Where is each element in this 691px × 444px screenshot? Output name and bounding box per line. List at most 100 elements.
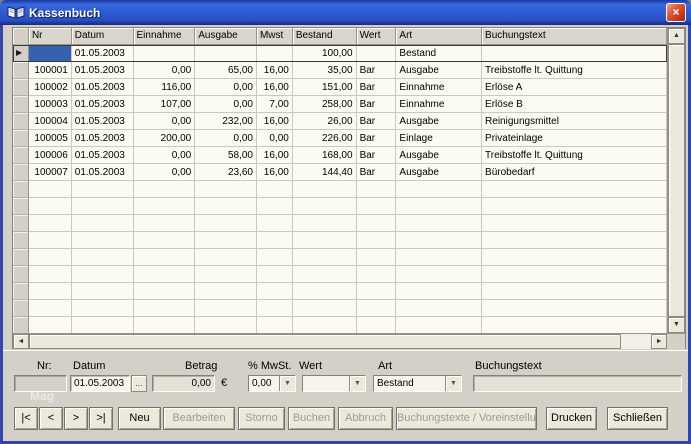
cell-bestand[interactable]: 100,00 [292,45,357,62]
cell-wert[interactable] [356,300,397,317]
cell-wert[interactable] [356,283,397,300]
neu-button[interactable]: Neu [118,407,161,430]
cell-nr[interactable]: 100002 [28,79,72,96]
column-header-buchungstext[interactable]: Buchungstext [482,28,668,45]
cell-buchungstext[interactable]: Erlöse B [482,96,668,113]
cell-einnahme[interactable] [133,283,196,300]
cell-wert[interactable] [356,249,397,266]
bearbeiten-button[interactable]: Bearbeiten [163,407,235,430]
row-selector[interactable] [13,232,29,249]
column-header-ausgabe[interactable]: Ausgabe [195,28,257,45]
cell-bestand[interactable] [292,283,357,300]
cell-wert[interactable]: Bar [356,79,397,96]
cell-ausgabe[interactable] [195,249,257,266]
cell-bestand[interactable]: 258,00 [292,96,357,113]
art-combo[interactable]: Bestand ▼ [373,375,462,392]
horizontal-scroll-track[interactable] [621,334,651,349]
cell-mwst[interactable]: 16,00 [256,164,293,181]
cell-nr[interactable]: 100001 [28,62,72,79]
row-selector[interactable] [13,181,29,198]
chevron-down-icon[interactable]: ▼ [445,376,461,391]
scroll-right-icon[interactable]: ► [651,334,668,349]
cell-buchungstext[interactable] [482,249,668,266]
cell-ausgabe[interactable] [195,181,257,198]
cell-datum[interactable] [71,317,134,333]
cell-einnahme[interactable]: 0,00 [133,147,196,164]
cell-buchungstext[interactable] [482,181,668,198]
cell-ausgabe[interactable]: 23,60 [195,164,257,181]
cell-buchungstext[interactable]: Treibstoffe lt. Quittung [482,147,668,164]
cell-einnahme[interactable] [133,317,196,333]
nr-field[interactable] [14,375,67,392]
cell-datum[interactable]: 01.05.2003 [71,164,134,181]
table-row[interactable]: 100004 01.05.2003 0,00 232,00 16,00 26,00 Bar A… [13,113,668,130]
cell-ausgabe[interactable] [195,45,257,62]
drucken-button[interactable]: Drucken [546,407,597,430]
cell-nr[interactable]: 100005 [28,130,72,147]
cell-datum[interactable]: 01.05.2003 [71,147,134,164]
cell-wert[interactable] [356,215,397,232]
cell-art[interactable]: Ausgabe [396,164,483,181]
cell-einnahme[interactable] [133,45,196,62]
table-row[interactable] [13,198,668,215]
cell-mwst[interactable]: 16,00 [256,79,293,96]
schliessen-button[interactable]: Schließen [607,407,668,430]
table-row[interactable] [13,300,668,317]
cell-bestand[interactable] [292,249,357,266]
cell-bestand[interactable] [292,215,357,232]
buchen-button[interactable]: Buchen [288,407,335,430]
cell-einnahme[interactable] [133,249,196,266]
row-selector[interactable] [13,96,29,113]
cell-mwst[interactable] [256,198,293,215]
cell-datum[interactable] [71,266,134,283]
cell-datum[interactable] [71,198,134,215]
cell-art[interactable] [396,266,483,283]
table-row[interactable] [13,181,668,198]
vertical-scroll-thumb[interactable] [668,44,685,317]
cell-art[interactable] [396,181,483,198]
cell-bestand[interactable] [292,266,357,283]
table-row[interactable]: ▶ 01.05.2003 100,00 Bestand [13,45,668,62]
table-row[interactable] [13,283,668,300]
table-row[interactable]: 100007 01.05.2003 0,00 23,60 16,00 144,40 Bar A… [13,164,668,181]
cell-mwst[interactable] [256,45,293,62]
cell-mwst[interactable] [256,249,293,266]
cell-bestand[interactable]: 26,00 [292,113,357,130]
cell-datum[interactable] [71,283,134,300]
cell-wert[interactable]: Bar [356,130,397,147]
row-selector[interactable] [13,130,29,147]
cell-nr[interactable] [28,215,72,232]
table-row[interactable] [13,317,668,333]
cell-einnahme[interactable] [133,198,196,215]
column-header-nr[interactable]: Nr [28,28,72,45]
cell-buchungstext[interactable]: Treibstoffe lt. Quittung [482,62,668,79]
mwst-combo[interactable]: 0,00 ▼ [248,375,296,392]
table-row[interactable]: 100003 01.05.2003 107,00 0,00 7,00 258,00 Bar E… [13,96,668,113]
cell-datum[interactable]: 01.05.2003 [71,62,134,79]
cell-buchungstext[interactable]: Reinigungsmittel [482,113,668,130]
cell-bestand[interactable] [292,232,357,249]
cell-buchungstext[interactable] [482,283,668,300]
cell-ausgabe[interactable] [195,283,257,300]
cell-bestand[interactable]: 35,00 [292,62,357,79]
cell-wert[interactable] [356,266,397,283]
cell-art[interactable]: Ausgabe [396,62,483,79]
cell-einnahme[interactable] [133,215,196,232]
table-row[interactable]: 100002 01.05.2003 116,00 0,00 16,00 151,00 Bar… [13,79,668,96]
cell-nr[interactable] [28,181,72,198]
cell-ausgabe[interactable] [195,215,257,232]
cell-wert[interactable]: Bar [356,96,397,113]
cell-wert[interactable] [356,317,397,333]
cell-einnahme[interactable]: 0,00 [133,113,196,130]
scroll-left-icon[interactable]: ◄ [13,334,29,349]
cell-einnahme[interactable] [133,181,196,198]
cell-art[interactable]: Bestand [396,45,483,62]
horizontal-scrollbar[interactable]: ◄ ► [13,334,668,349]
cell-datum[interactable]: 01.05.2003 [71,96,134,113]
cell-wert[interactable] [356,45,397,62]
buchungstext-field[interactable] [473,375,682,392]
chevron-down-icon[interactable]: ▼ [349,376,365,391]
cell-ausgabe[interactable] [195,266,257,283]
betrag-field[interactable] [152,375,215,392]
row-selector[interactable] [13,283,29,300]
